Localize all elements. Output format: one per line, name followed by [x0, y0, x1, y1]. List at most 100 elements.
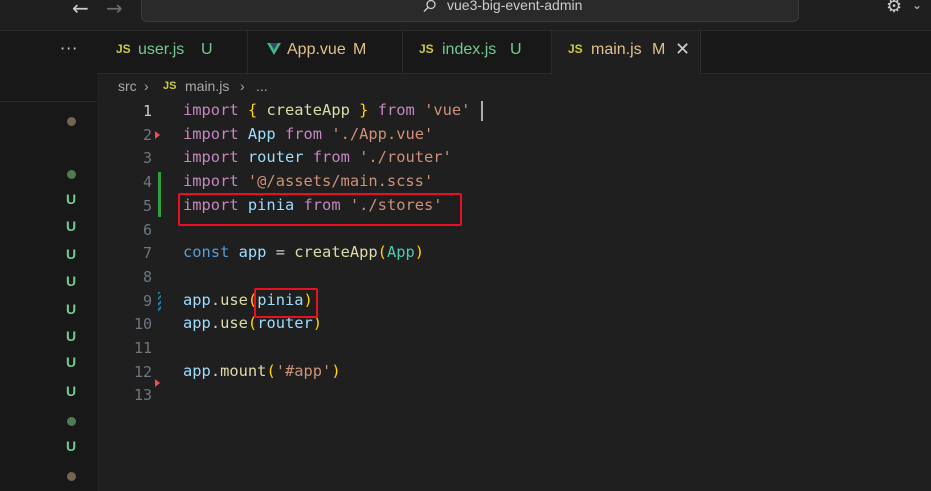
code-token: . [210, 290, 221, 309]
code-token: App [247, 124, 276, 143]
code-line[interactable]: app.mount('#app') [183, 362, 341, 380]
code-token: router [247, 148, 304, 167]
file-status-dot [67, 170, 76, 179]
deleted-line-indicator [155, 379, 160, 387]
code-line[interactable]: import '@/assets/main.scss' [183, 172, 433, 190]
code-token: ( [377, 243, 387, 262]
code-line[interactable]: import App from './App.vue' [183, 125, 433, 143]
tab-index-js[interactable]: JS index.js U [403, 31, 552, 73]
forward-arrow-icon[interactable]: → [106, 0, 123, 19]
modified-line-indicator [158, 292, 161, 312]
line-number: 10 [133, 315, 152, 334]
code-token: ) [414, 243, 425, 262]
code-token: from [377, 101, 415, 119]
code-token: import [183, 124, 239, 143]
file-status-dot [67, 117, 76, 126]
code-token: ) [331, 361, 341, 380]
back-arrow-icon[interactable]: ← [72, 0, 89, 19]
chevron-down-icon[interactable]: ⌄ [912, 0, 922, 12]
text-cursor [481, 101, 483, 121]
divider [0, 101, 97, 102]
line-number: 11 [133, 339, 152, 357]
git-status-badge: U [510, 41, 522, 58]
code-token: App [386, 243, 415, 262]
line-number: 5 [142, 196, 152, 215]
deleted-line-indicator [155, 131, 160, 139]
code-token: '@/assets/main.scss' [247, 172, 434, 191]
tab-app-vue[interactable]: App.vue M [248, 31, 403, 73]
chevron-right-icon: › [144, 78, 149, 94]
code-token: '#app' [275, 361, 332, 380]
code-token: ( [266, 361, 276, 380]
more-actions-icon[interactable]: ··· [60, 39, 78, 58]
code-token: createApp [294, 243, 378, 262]
code-token: mount [220, 361, 267, 380]
code-token: use [220, 314, 248, 333]
code-token: app [238, 243, 267, 262]
file-status-dot [67, 472, 76, 481]
tab-label: App.vue [287, 41, 346, 58]
line-number: 13 [133, 386, 152, 405]
untracked-badge: U [66, 328, 77, 344]
code-editor[interactable]: 1 2 3 4 5 6 7 8 9 10 11 12 13 import { createApp } f… [97, 99, 931, 491]
code-token: app [183, 290, 211, 309]
chevron-right-icon: › [240, 78, 245, 94]
javascript-file-icon: JS [163, 80, 177, 92]
line-number: 12 [133, 362, 152, 381]
code-token: './router' [359, 148, 452, 167]
editor-tab-bar: JS user.js U App.vue M JS index.js U JS … [97, 31, 931, 74]
code-token: app [183, 314, 211, 333]
breadcrumb-symbol[interactable]: ... [256, 78, 268, 94]
command-center[interactable]: vue3-big-event-admin [141, 0, 799, 22]
line-number: 8 [142, 267, 152, 286]
line-number: 9 [142, 291, 152, 310]
title-bar: ← → vue3-big-event-admin ⚙ ⌄ [0, 0, 931, 31]
tab-label: main.js [591, 41, 642, 58]
code-token: createApp [266, 101, 350, 119]
javascript-file-icon: JS [419, 42, 434, 56]
tab-label: user.js [138, 41, 185, 58]
sidebar-header: ··· [0, 31, 97, 73]
untracked-badge: U [66, 273, 77, 289]
code-token: app [183, 361, 211, 380]
line-number: 6 [142, 220, 152, 239]
code-line[interactable]: const app = createApp(App) [183, 243, 424, 261]
code-token: import [183, 172, 239, 191]
highlight-box-import-pinia [178, 193, 462, 226]
untracked-badge: U [66, 354, 77, 370]
tab-main-js[interactable]: JS main.js M ✕ [552, 31, 701, 74]
account-icon[interactable]: ⚙ [886, 0, 902, 17]
tab-label: index.js [442, 41, 497, 58]
untracked-badge: U [66, 246, 77, 262]
close-icon[interactable]: ✕ [675, 39, 690, 60]
added-lines-indicator [158, 172, 161, 217]
code-line[interactable]: import router from './router' [183, 148, 452, 166]
line-number: 1 [142, 102, 152, 120]
breadcrumb-file[interactable]: main.js [185, 78, 229, 94]
untracked-badge: U [66, 301, 77, 317]
code-line[interactable]: import { createApp } from 'vue' [183, 101, 470, 119]
code-token: const [183, 243, 230, 262]
command-center-text: vue3-big-event-admin [447, 0, 583, 13]
git-status-badge: U [201, 41, 213, 58]
code-token: { [247, 101, 258, 119]
tab-user-js[interactable]: JS user.js U [97, 31, 248, 73]
untracked-badge: U [66, 191, 77, 207]
breadcrumb-folder[interactable]: src [118, 78, 137, 94]
code-token: from [312, 148, 350, 167]
code-token: 'vue' [424, 101, 471, 119]
search-icon [423, 0, 436, 12]
git-status-badge: M [353, 41, 367, 58]
code-token: . [210, 314, 221, 333]
code-token: './App.vue' [331, 124, 434, 143]
